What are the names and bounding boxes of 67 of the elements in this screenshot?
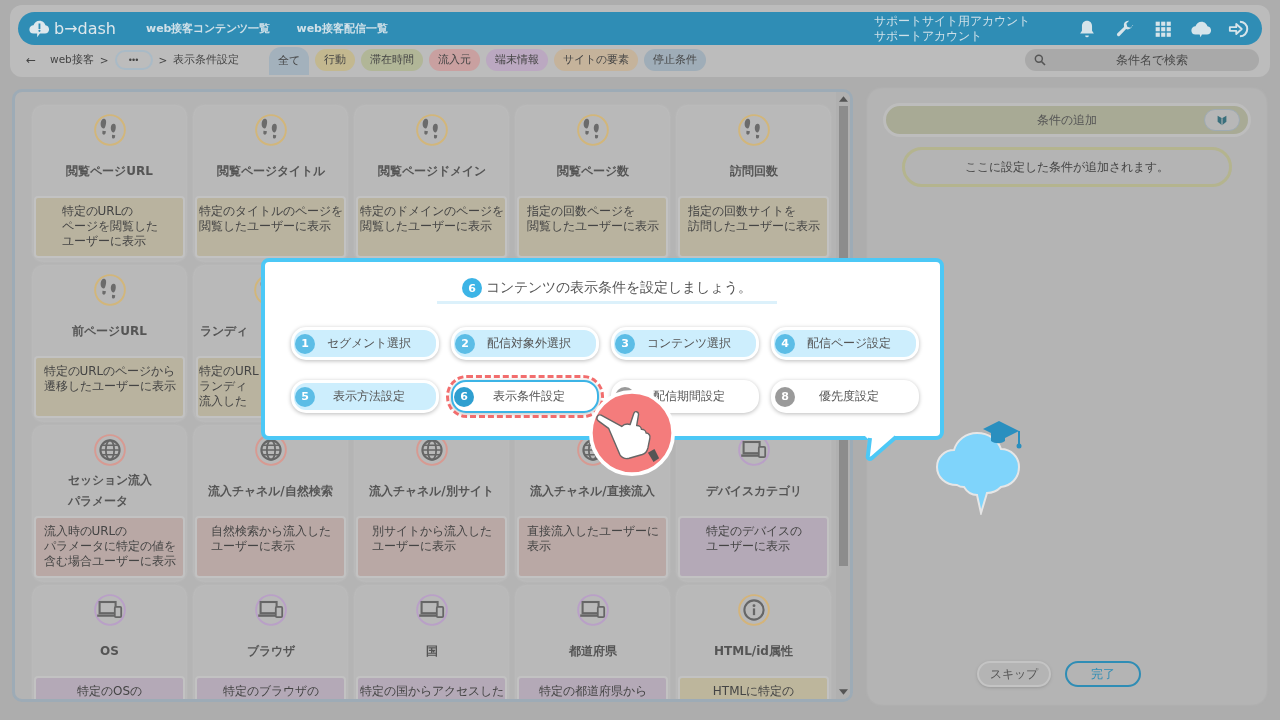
breadcrumb-separator: > (158, 54, 168, 66)
guide-title: コンテンツの表示条件を設定しましょう。 (486, 279, 752, 297)
step-number: 3 (615, 333, 635, 354)
condition-description: 特定のタイトルのページを (198, 204, 343, 219)
condition-description: 指定の回数ページを (526, 204, 635, 219)
condition-description: 指定の回数サイトを (687, 204, 796, 219)
panel-title: 条件の追加 (1037, 111, 1097, 129)
breadcrumb-separator: > (99, 54, 109, 66)
condition-title: ブラウザ (246, 642, 295, 660)
condition-title: 流入チャネル/別サイト (369, 482, 494, 500)
condition-description: 流入時のURLの (43, 524, 128, 539)
condition-title: OS (100, 642, 119, 660)
condition-title: 閲覧ページURL (66, 162, 153, 180)
condition-title: HTML/id属性 (714, 642, 793, 660)
condition-description: 訪問したユーザーに表示 (687, 219, 820, 234)
step-number: 1 (295, 333, 315, 354)
condition-description: ランディ (199, 379, 247, 394)
condition-description: 特定のデバイスの (705, 524, 802, 539)
condition-title: デバイスカテゴリ (705, 482, 802, 500)
condition-description: 特定のURLの (61, 204, 134, 219)
condition-description: 特定のOSの (76, 684, 143, 699)
condition-description: 特定の都道府県から (538, 684, 647, 699)
condition-title: 閲覧ページタイトル (216, 162, 325, 180)
condition-description: ユーザーに表示 (371, 539, 456, 554)
empty-message: ここに設定した条件が追加されます。 (902, 147, 1232, 187)
condition-description: 含む場合ユーザーに表示 (43, 554, 176, 569)
condition-description: ユーザーに表示 (705, 539, 790, 554)
condition-description: 別サイトから流入した (371, 524, 492, 539)
condition-description: ユーザーに表示 (210, 539, 295, 554)
condition-description: 閲覧したユーザーに表示 (526, 219, 659, 234)
condition-description: ページを閲覧した (61, 219, 158, 234)
condition-description: 閲覧したユーザーに表示 (198, 219, 331, 234)
condition-title: 前ページURL (72, 322, 147, 340)
condition-title: ランディ (200, 322, 248, 340)
condition-description: 特定のURL (199, 364, 259, 379)
condition-title: 閲覧ページドメイン (377, 162, 486, 180)
condition-description: 自然検索から流入した (210, 524, 331, 539)
condition-description: 遷移したユーザーに表示 (43, 379, 176, 394)
condition-description: パラメータに特定の値を (43, 539, 176, 554)
condition-description: 特定のブラウザの (222, 684, 319, 699)
condition-title: 流入チャネル/自然検索 (208, 482, 333, 500)
condition-title: 流入チャネル/直接流入 (530, 482, 655, 500)
condition-description: 特定の国からアクセスした (359, 684, 504, 699)
breadcrumb-current: 表示条件設定 (173, 53, 240, 67)
condition-description: ユーザーに表示 (61, 234, 146, 249)
condition-title: 閲覧ページ数 (556, 162, 629, 180)
condition-title: 国 (425, 642, 438, 660)
condition-description: 表示 (526, 539, 551, 554)
condition-description: 閲覧したユーザーに表示 (359, 219, 492, 234)
step-number: 8 (775, 386, 795, 407)
step-number: 6 (454, 386, 474, 407)
condition-description: HTMLに特定の (712, 684, 795, 699)
condition-description: 特定のドメインのページを (359, 204, 504, 219)
condition-description: 特定のURLのページから (43, 364, 176, 379)
logo-text: b→dash (54, 19, 116, 38)
condition-description: 流入した (199, 394, 247, 409)
condition-title: セッション流入 (67, 472, 152, 489)
condition-description: 直接流入したユーザーに (526, 524, 659, 539)
condition-title: 都道府県 (568, 642, 617, 660)
condition-title: パラメータ (67, 493, 128, 510)
account-name: サポートアカウント (874, 28, 983, 44)
step-number: 4 (775, 333, 795, 354)
step-number: 5 (295, 386, 315, 407)
account-name: サポートサイト用アカウント (874, 13, 1030, 29)
condition-title: 訪問回数 (729, 162, 778, 180)
step-number: 6 (462, 278, 482, 298)
step-number: 2 (455, 333, 475, 354)
